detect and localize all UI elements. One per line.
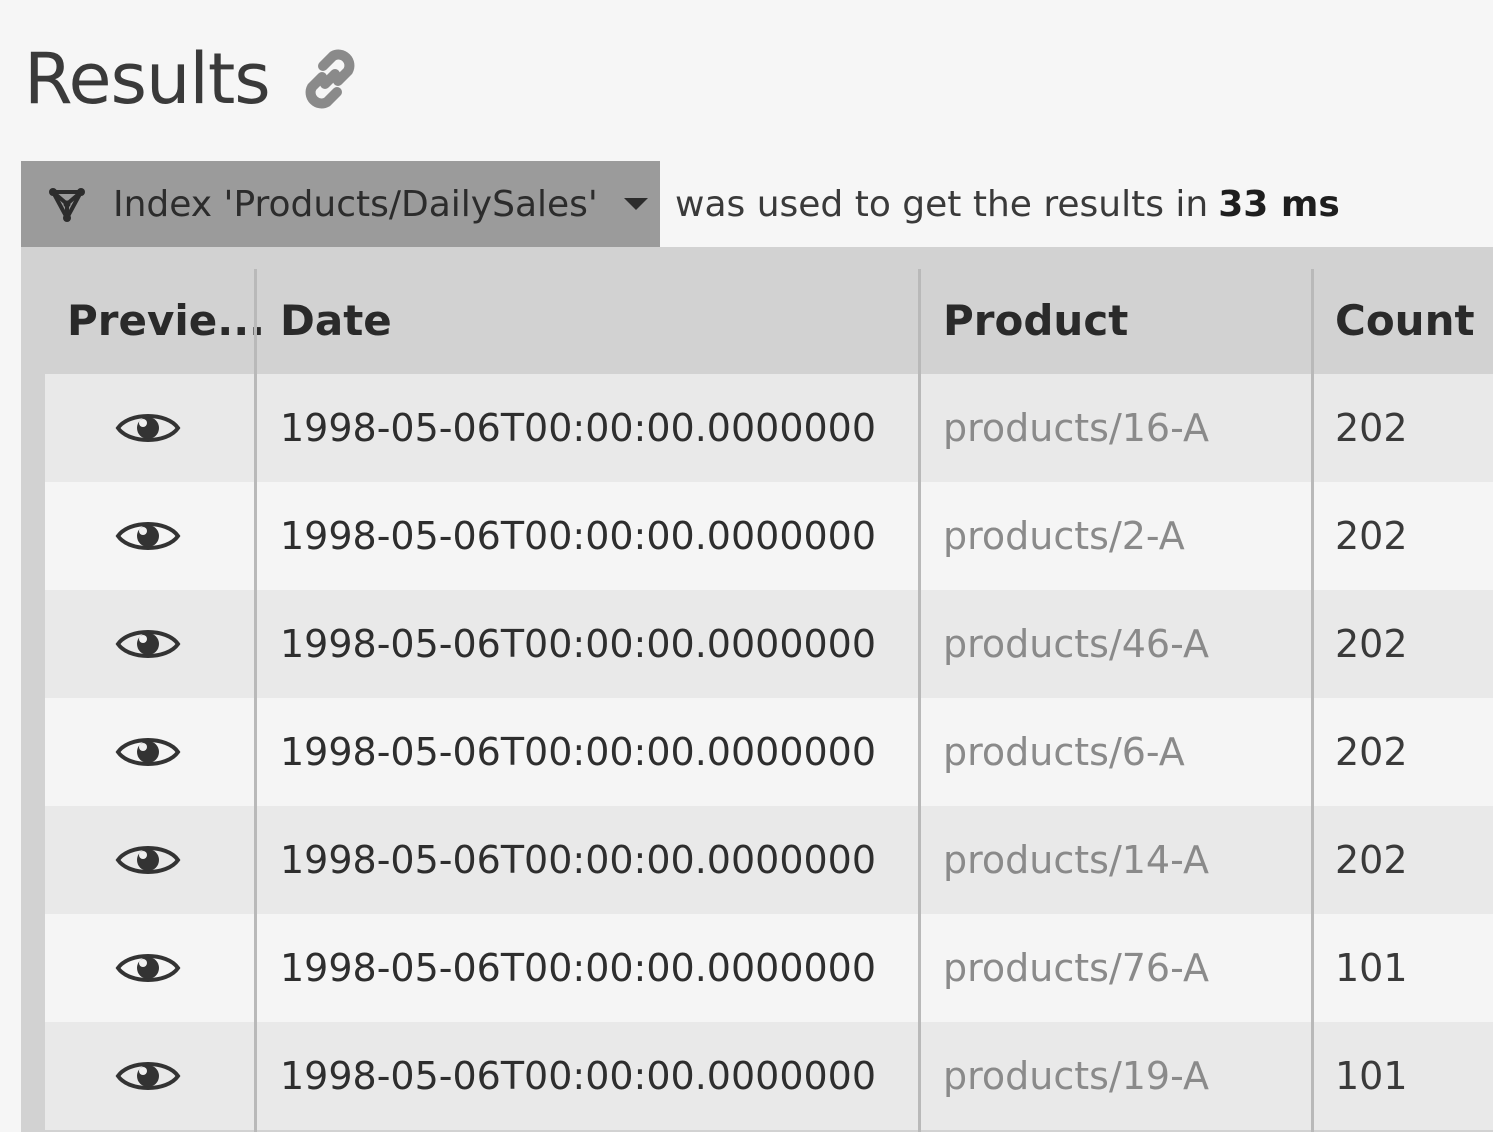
count-cell: 202 bbox=[1335, 406, 1408, 450]
query-timing-text: was used to get the results in 33 ms bbox=[675, 161, 1340, 247]
results-grid: Previe... Date Product Count 1998-05-06T… bbox=[21, 247, 1493, 1132]
count-cell: 202 bbox=[1335, 514, 1408, 558]
product-cell[interactable]: products/6-A bbox=[943, 698, 1185, 806]
column-header-date[interactable]: Date bbox=[280, 247, 392, 374]
link-icon[interactable] bbox=[292, 41, 368, 117]
count-cell: 101 bbox=[1335, 1054, 1408, 1098]
table-row[interactable]: 1998-05-06T00:00:00.0000000 products/76-A… bbox=[45, 914, 1493, 1022]
grid-header-row: Previe... Date Product Count bbox=[45, 247, 1493, 374]
date-cell: 1998-05-06T00:00:00.0000000 bbox=[280, 622, 877, 666]
table-row[interactable]: 1998-05-06T00:00:00.0000000 products/2-A 2… bbox=[45, 482, 1493, 590]
results-header: Results bbox=[24, 34, 368, 124]
column-divider[interactable] bbox=[918, 269, 921, 1132]
index-icon bbox=[47, 184, 87, 224]
chevron-down-icon bbox=[623, 198, 648, 210]
column-divider[interactable] bbox=[254, 269, 257, 1132]
date-cell: 1998-05-06T00:00:00.0000000 bbox=[280, 730, 877, 774]
preview-cell bbox=[115, 374, 181, 482]
eye-icon[interactable] bbox=[115, 1056, 181, 1096]
date-cell: 1998-05-06T00:00:00.0000000 bbox=[280, 406, 877, 450]
preview-cell bbox=[115, 806, 181, 914]
date-cell: 1998-05-06T00:00:00.0000000 bbox=[280, 946, 877, 990]
eye-icon[interactable] bbox=[115, 840, 181, 880]
grid-rows: 1998-05-06T00:00:00.0000000 products/16-A… bbox=[45, 374, 1493, 1130]
eye-icon[interactable] bbox=[115, 408, 181, 448]
eye-icon[interactable] bbox=[115, 516, 181, 556]
index-dropdown-button[interactable]: Index 'Products/DailySales' bbox=[21, 161, 660, 247]
count-cell: 202 bbox=[1335, 730, 1408, 774]
preview-cell bbox=[115, 1022, 181, 1130]
product-cell[interactable]: products/16-A bbox=[943, 374, 1209, 482]
product-cell[interactable]: products/2-A bbox=[943, 482, 1185, 590]
column-header-product[interactable]: Product bbox=[943, 247, 1128, 374]
timing-prefix: was used to get the results in bbox=[675, 183, 1209, 225]
count-cell: 202 bbox=[1335, 622, 1408, 666]
timing-value: 33 ms bbox=[1218, 183, 1340, 225]
date-cell: 1998-05-06T00:00:00.0000000 bbox=[280, 1054, 877, 1098]
preview-cell bbox=[115, 482, 181, 590]
product-cell[interactable]: products/19-A bbox=[943, 1022, 1209, 1130]
table-row[interactable]: 1998-05-06T00:00:00.0000000 products/16-A… bbox=[45, 374, 1493, 482]
results-page: Results Index 'Products/DailySales' was … bbox=[0, 0, 1493, 1132]
count-cell: 101 bbox=[1335, 946, 1408, 990]
date-cell: 1998-05-06T00:00:00.0000000 bbox=[280, 838, 877, 882]
eye-icon[interactable] bbox=[115, 948, 181, 988]
product-cell[interactable]: products/46-A bbox=[943, 590, 1209, 698]
column-divider[interactable] bbox=[1311, 269, 1314, 1132]
table-row[interactable]: 1998-05-06T00:00:00.0000000 products/14-A… bbox=[45, 806, 1493, 914]
index-info-bar: Index 'Products/DailySales' was used to … bbox=[21, 161, 1493, 249]
product-cell[interactable]: products/76-A bbox=[943, 914, 1209, 1022]
preview-cell bbox=[115, 914, 181, 1022]
preview-cell bbox=[115, 698, 181, 806]
count-cell: 202 bbox=[1335, 838, 1408, 882]
table-row[interactable]: 1998-05-06T00:00:00.0000000 products/19-A… bbox=[45, 1022, 1493, 1130]
table-row[interactable]: 1998-05-06T00:00:00.0000000 products/6-A 2… bbox=[45, 698, 1493, 806]
date-cell: 1998-05-06T00:00:00.0000000 bbox=[280, 514, 877, 558]
product-cell[interactable]: products/14-A bbox=[943, 806, 1209, 914]
preview-cell bbox=[115, 590, 181, 698]
page-title: Results bbox=[24, 38, 271, 120]
eye-icon[interactable] bbox=[115, 732, 181, 772]
index-name-label: Index 'Products/DailySales' bbox=[113, 183, 598, 225]
column-header-preview[interactable]: Previe... bbox=[67, 247, 265, 374]
column-header-count[interactable]: Count bbox=[1335, 247, 1475, 374]
table-row[interactable]: 1998-05-06T00:00:00.0000000 products/46-A… bbox=[45, 590, 1493, 698]
results-grid-body: Previe... Date Product Count 1998-05-06T… bbox=[45, 247, 1493, 1132]
eye-icon[interactable] bbox=[115, 624, 181, 664]
